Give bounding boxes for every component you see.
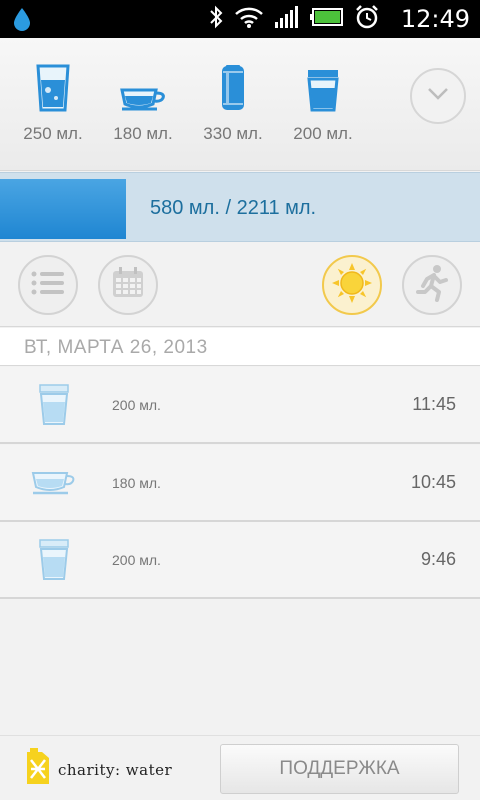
battery-icon — [310, 6, 344, 33]
progress-text: 580 мл. / 2211 мл. — [150, 197, 317, 219]
calendar-view-button[interactable] — [98, 255, 158, 315]
list-item[interactable]: 200 мл. 11:45 — [0, 367, 480, 444]
drink-option-250[interactable]: 250 мл. — [8, 60, 98, 144]
drink-option-330[interactable]: 330 мл. — [188, 60, 278, 144]
progress-fill — [0, 179, 126, 239]
glass-icon — [8, 60, 98, 112]
entry-amount: 200 мл. — [112, 552, 161, 568]
list-icon — [30, 269, 66, 302]
entry-amount: 180 мл. — [112, 475, 161, 491]
list-item[interactable]: 180 мл. 10:45 — [0, 445, 480, 522]
view-toolbar — [0, 243, 480, 327]
drink-option-200[interactable]: 200 мл. — [278, 60, 368, 144]
calendar-icon — [111, 266, 145, 304]
drink-option-180[interactable]: 180 мл. — [98, 60, 188, 144]
jerrycan-icon — [24, 748, 52, 791]
sun-icon — [331, 262, 373, 309]
wifi-icon — [234, 5, 264, 34]
more-drinks-button[interactable] — [410, 68, 466, 124]
date-header: ВТ, МАРТА 26, 2013 — [0, 328, 480, 366]
entry-time: 9:46 — [420, 549, 456, 569]
bluetooth-icon — [208, 5, 224, 34]
activity-button[interactable] — [402, 255, 462, 315]
drink-label: 250 мл. — [23, 124, 83, 143]
daily-progress-bar: 580 мл. / 2211 мл. — [0, 172, 480, 242]
entry-time: 10:45 — [410, 472, 456, 492]
weather-button[interactable] — [322, 255, 382, 315]
cup-icon — [98, 60, 188, 112]
status-bar: 12:49 — [0, 0, 480, 38]
paper-cup-icon — [278, 60, 368, 112]
running-icon — [415, 264, 449, 307]
charity-brand-text: charity: water — [58, 760, 173, 779]
clock: 12:49 — [400, 5, 470, 33]
list-item[interactable]: 200 мл. 9:46 — [0, 522, 480, 599]
alarm-icon — [354, 4, 380, 35]
can-icon — [188, 60, 278, 112]
entry-amount: 200 мл. — [112, 397, 161, 413]
water-drop-icon — [12, 7, 32, 36]
drink-label: 180 мл. — [113, 124, 173, 143]
footer: charity: water ПОДДЕРЖКА — [0, 735, 480, 800]
drink-label: 200 мл. — [293, 124, 353, 143]
paper-cup-icon — [28, 536, 80, 584]
support-button[interactable]: ПОДДЕРЖКА — [220, 744, 459, 794]
drink-label: 330 мл. — [203, 124, 263, 143]
list-view-button[interactable] — [18, 255, 78, 315]
charity-water-logo[interactable]: charity: water — [24, 748, 172, 791]
chevron-down-icon — [427, 87, 449, 106]
drink-selector: 250 мл. 180 мл. 330 мл. 200 мл. — [0, 38, 480, 171]
paper-cup-icon — [28, 381, 80, 429]
signal-icon — [274, 5, 300, 34]
date-label: ВТ, МАРТА 26, 2013 — [24, 337, 208, 358]
entry-time: 11:45 — [412, 394, 456, 414]
cup-icon — [28, 459, 80, 507]
